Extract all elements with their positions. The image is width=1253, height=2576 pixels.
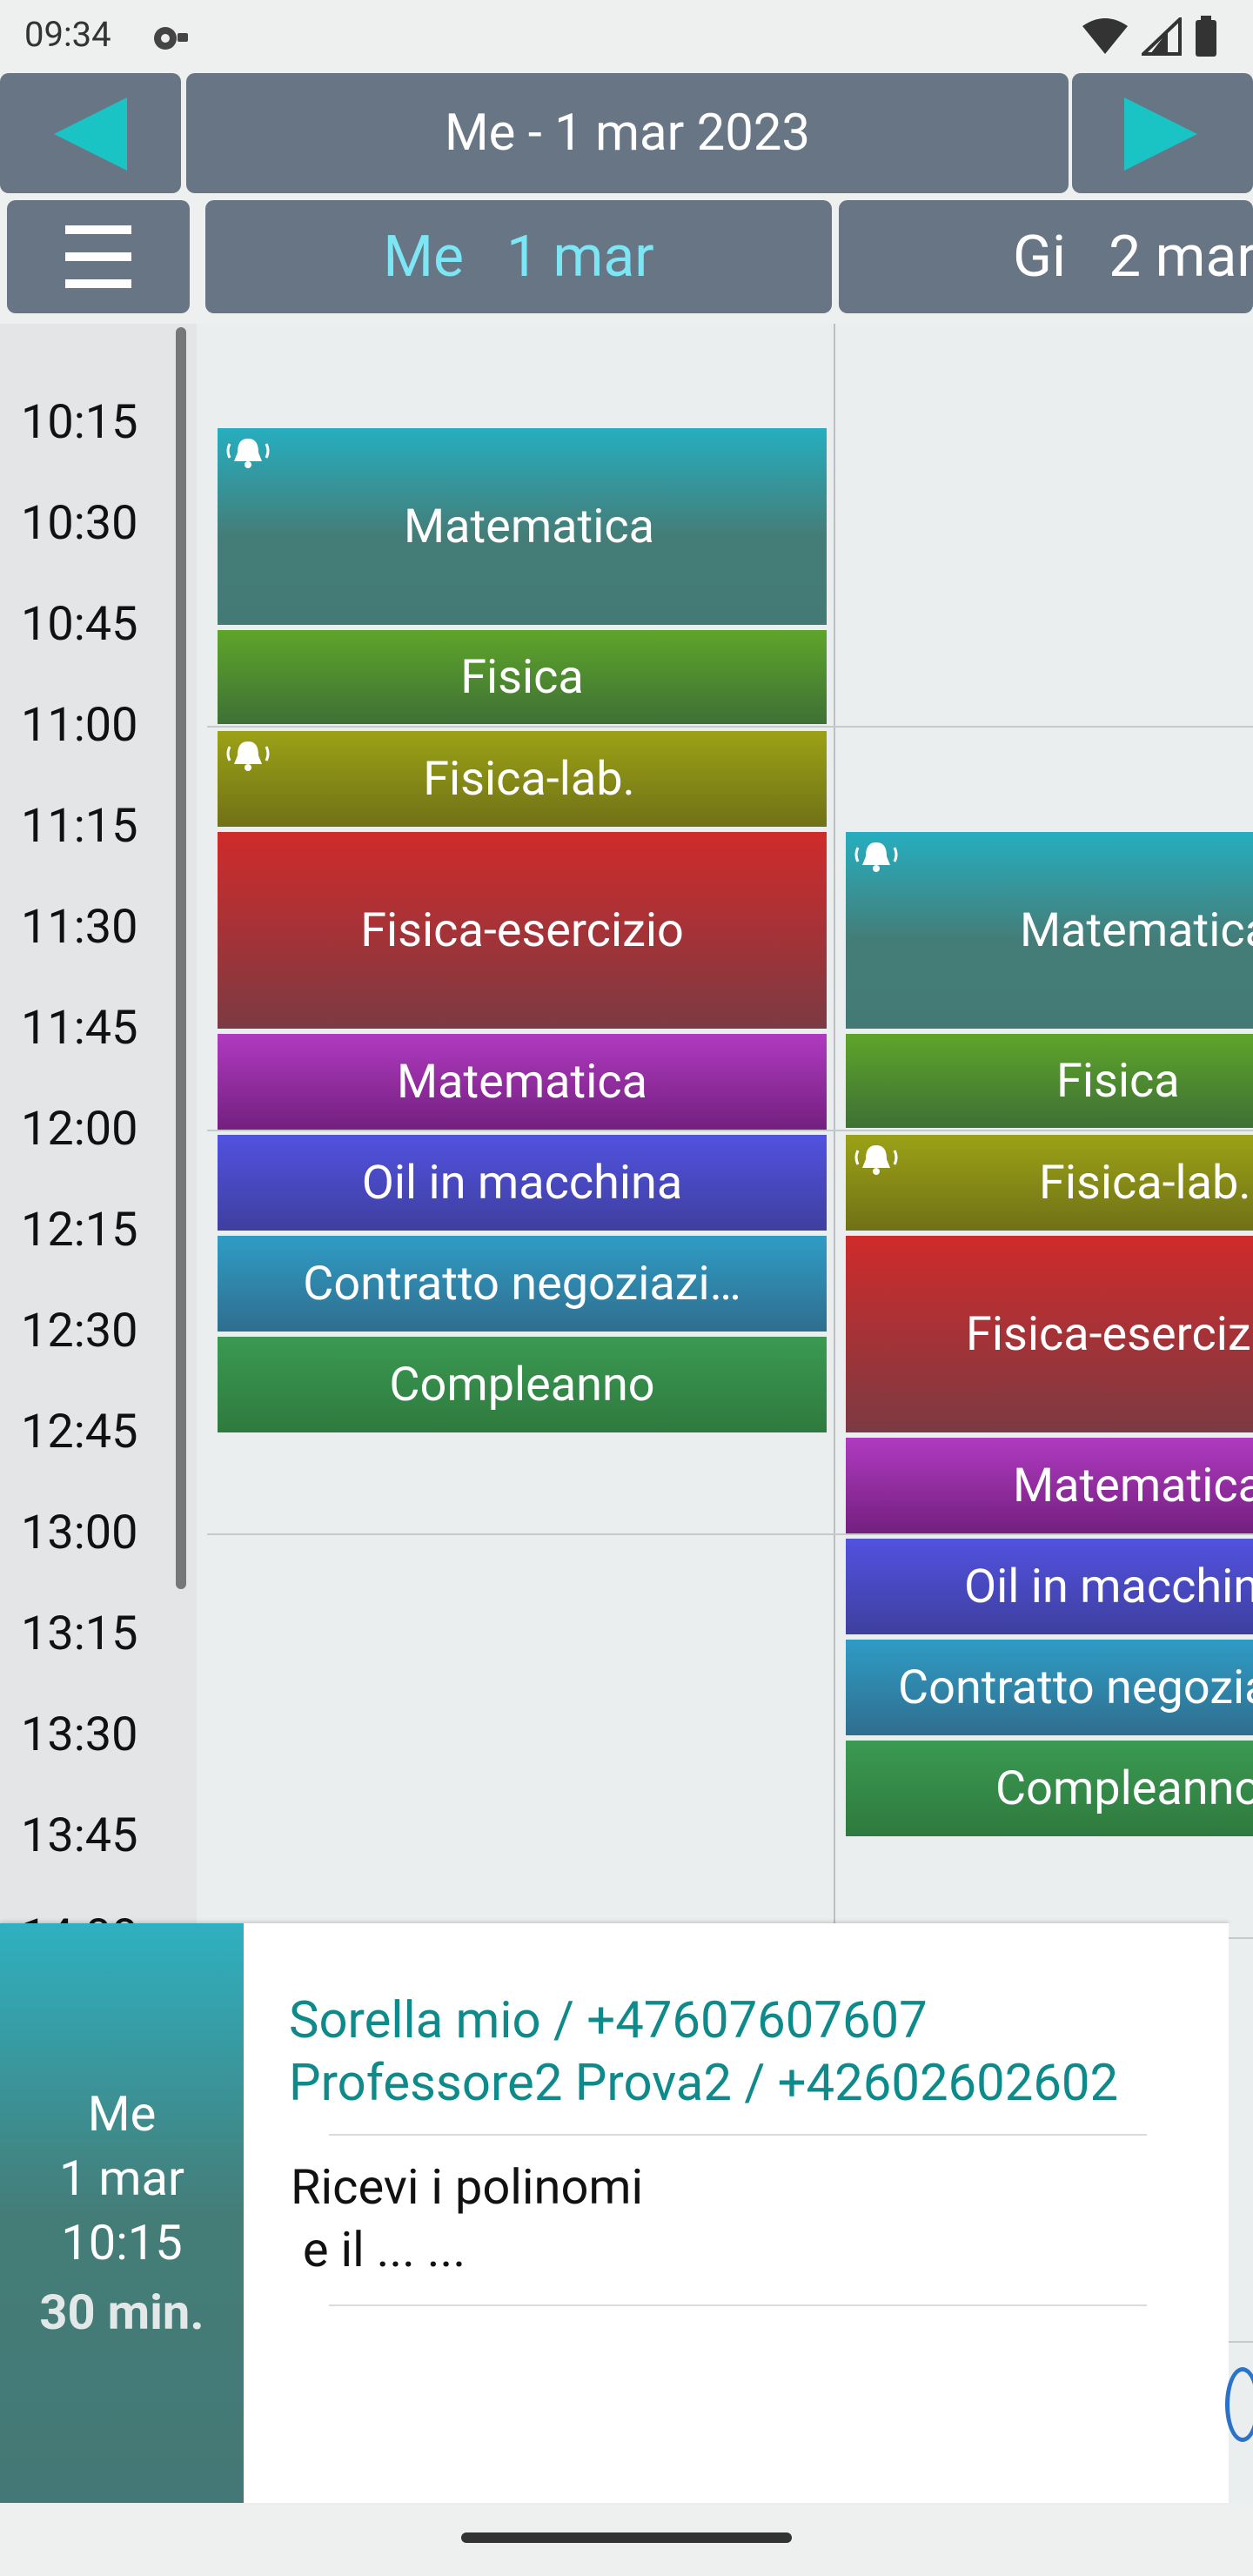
gesture-navigation-bar[interactable] <box>461 2532 792 2543</box>
event-block[interactable]: Matematica <box>846 1438 1253 1533</box>
event-title: Contratto negoziazione <box>898 1660 1253 1715</box>
calendar-grid[interactable]: Matematica Fisica Fisica-lab. Fisica-ese… <box>197 324 1253 1923</box>
triangle-left-icon <box>54 97 127 171</box>
day-header-label: Gi 2 mar <box>1013 223 1253 291</box>
event-block[interactable]: Compleanno <box>218 1337 827 1432</box>
event-title: Matematica <box>1013 1458 1253 1513</box>
time-label: 12:45 <box>21 1405 138 1459</box>
event-title: Fisica-esercizio <box>966 1306 1253 1362</box>
time-label: 12:15 <box>21 1203 138 1258</box>
signal-icon <box>1142 17 1182 56</box>
time-label: 13:15 <box>21 1607 138 1661</box>
alarm-bell-icon <box>226 439 270 468</box>
event-title: Matematica <box>397 1054 647 1110</box>
time-label: 12:00 <box>21 1102 138 1157</box>
status-time: 09:34 <box>24 14 111 55</box>
day-header-label: Me 1 mar <box>383 223 654 291</box>
hour-line <box>207 726 1253 728</box>
event-title: Fisica <box>460 649 584 705</box>
alarm-bell-icon <box>854 842 898 872</box>
event-block[interactable]: Contratto negoziazi… <box>218 1236 827 1332</box>
contact-line[interactable]: Sorella mio / +47607607607 <box>289 1991 928 2050</box>
event-title: Fisica-lab. <box>1039 1155 1251 1211</box>
divider <box>329 2134 1147 2136</box>
event-block[interactable]: Matematica <box>846 832 1253 1029</box>
menu-button[interactable] <box>7 200 190 313</box>
event-block[interactable]: Fisica-lab. <box>218 731 827 827</box>
time-label: 10:45 <box>21 597 138 652</box>
status-bar: 09:34 <box>0 0 1253 73</box>
time-label: 13:00 <box>21 1506 138 1560</box>
event-block[interactable]: Fisica-esercizio <box>846 1236 1253 1432</box>
current-date-label: Me - 1 mar 2023 <box>444 104 811 163</box>
day-divider <box>834 324 835 1923</box>
triangle-right-icon <box>1124 97 1197 171</box>
event-title: Contratto negoziazi… <box>303 1256 741 1311</box>
hour-line <box>1229 2341 1253 2343</box>
time-label: 11:30 <box>21 900 138 955</box>
divider <box>329 2304 1147 2306</box>
event-title: Matematica <box>1020 902 1253 958</box>
event-block[interactable]: Fisica <box>218 630 827 724</box>
time-label: 10:15 <box>21 395 138 450</box>
previous-day-button[interactable] <box>0 73 181 193</box>
event-block[interactable]: Fisica-lab. <box>846 1135 1253 1231</box>
location-off-icon <box>154 27 188 50</box>
event-note-line: e il ... ... <box>291 2221 466 2278</box>
detail-date: 1 mar <box>59 2150 184 2207</box>
time-label: 12:30 <box>21 1304 138 1358</box>
time-label: 13:45 <box>21 1808 138 1863</box>
event-title: Fisica-lab. <box>423 751 635 807</box>
current-date-title[interactable]: Me - 1 mar 2023 <box>186 73 1069 193</box>
battery-icon <box>1196 16 1216 57</box>
event-block[interactable]: Contratto negoziazione <box>846 1640 1253 1735</box>
time-label: 10:30 <box>21 496 138 551</box>
event-title: Oil in macchina <box>964 1559 1253 1614</box>
time-label: 11:15 <box>21 799 138 854</box>
event-title: Matematica <box>404 499 654 554</box>
time-column: 10:15 10:30 10:45 11:00 11:15 11:30 11:4… <box>0 324 197 1923</box>
contact-line[interactable]: Professore2 Prova2 / +42602602602 <box>289 2054 1118 2113</box>
event-title: Compleanno <box>389 1357 655 1412</box>
alarm-bell-icon <box>854 1145 898 1175</box>
floating-action-button[interactable] <box>1225 2367 1253 2442</box>
hour-line <box>207 1130 1253 1131</box>
event-title: Fisica-esercizio <box>360 902 684 958</box>
event-detail-panel[interactable]: Me 1 mar 10:15 30 min. Sorella mio / +47… <box>0 1923 1229 2503</box>
detail-duration: 30 min. <box>39 2284 204 2341</box>
time-label: 14:00 <box>21 1909 137 1923</box>
day-header-2[interactable]: Gi 2 mar <box>839 200 1253 313</box>
event-title: Fisica <box>1056 1053 1180 1109</box>
detail-time: 10:15 <box>61 2214 183 2271</box>
event-block[interactable]: Matematica <box>218 1034 827 1130</box>
day-header-1[interactable]: Me 1 mar <box>205 200 832 313</box>
event-block[interactable]: Compleanno <box>846 1741 1253 1836</box>
event-block[interactable]: Oil in macchina <box>846 1539 1253 1634</box>
hour-line <box>1229 1937 1253 1939</box>
hour-line <box>207 1533 1253 1535</box>
event-block[interactable]: Oil in macchina <box>218 1135 827 1231</box>
time-label: 11:00 <box>21 698 138 753</box>
next-day-button[interactable] <box>1072 73 1253 193</box>
scrollbar[interactable] <box>176 327 186 1589</box>
event-detail-datetime: Me 1 mar 10:15 30 min. <box>0 1923 244 2503</box>
event-note-line: Ricevi i polinomi <box>291 2158 644 2216</box>
detail-weekday: Me <box>87 2085 157 2143</box>
hamburger-icon <box>65 225 131 288</box>
time-label: 11:45 <box>21 1001 138 1056</box>
alarm-bell-icon <box>226 741 270 771</box>
status-icons <box>1081 12 1218 61</box>
event-title: Compleanno <box>995 1761 1253 1816</box>
event-block[interactable]: Fisica-esercizio <box>218 832 827 1029</box>
event-block[interactable]: Fisica <box>846 1034 1253 1128</box>
wifi-icon <box>1082 18 1128 54</box>
event-title: Oil in macchina <box>361 1155 683 1211</box>
time-label: 13:30 <box>21 1707 138 1762</box>
event-block[interactable]: Matematica <box>218 428 827 625</box>
